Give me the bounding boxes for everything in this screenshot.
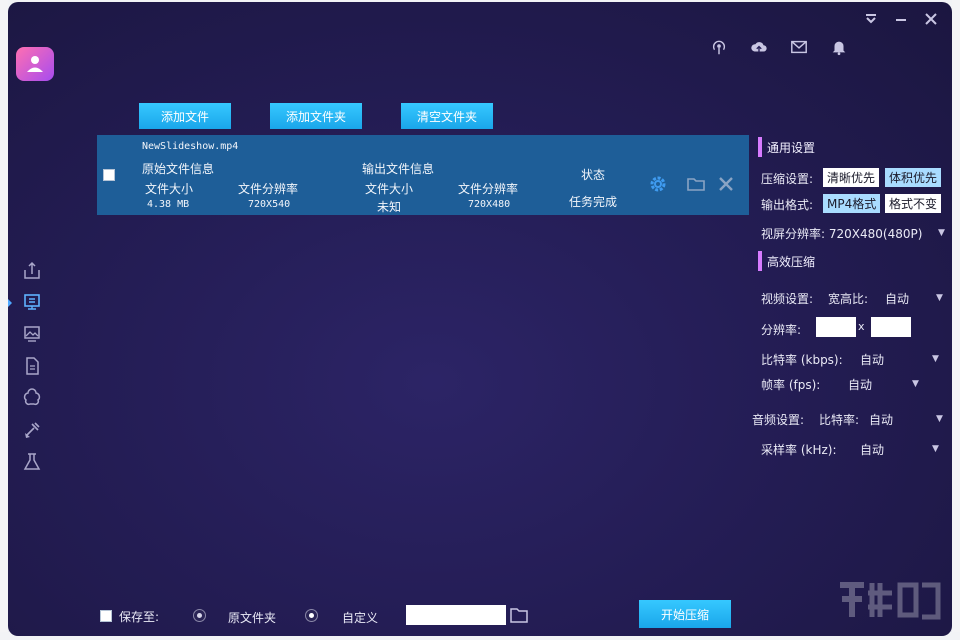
section-marker: [758, 251, 762, 271]
broadcast-icon[interactable]: [710, 38, 728, 56]
upload-tray-icon[interactable]: [22, 260, 42, 280]
mail-icon[interactable]: [790, 38, 808, 56]
chevron-down-icon[interactable]: ▼: [932, 444, 939, 454]
desktop-background-right: [952, 0, 960, 640]
file-name: NewSlideshow.mp4: [142, 141, 238, 152]
save-path-input[interactable]: [406, 605, 506, 625]
menu-icon[interactable]: [862, 12, 880, 30]
keep-format-option[interactable]: 格式不变: [885, 194, 941, 213]
efficient-compress-label: 高效压缩: [767, 253, 815, 270]
tools-icon[interactable]: [22, 420, 42, 440]
aspect-ratio-label: 宽高比:: [828, 290, 868, 307]
chevron-down-icon[interactable]: ▼: [936, 414, 943, 424]
video-settings-label: 视频设置:: [761, 290, 813, 307]
sample-rate-select[interactable]: 自动: [860, 441, 884, 458]
image-compress-icon[interactable]: [22, 324, 42, 344]
screen-resolution-select[interactable]: 视屏分辨率: 720X480(480P): [761, 225, 922, 242]
brain-icon[interactable]: [22, 388, 42, 408]
folder-icon[interactable]: [686, 174, 706, 194]
delete-icon[interactable]: [716, 174, 736, 194]
orig-folder-radio[interactable]: [193, 609, 206, 622]
custom-label: 自定义: [342, 609, 378, 626]
chevron-down-icon[interactable]: ▼: [932, 354, 939, 364]
add-file-button[interactable]: 添加文件: [139, 103, 231, 129]
clarity-priority-option[interactable]: 清晰优先: [823, 168, 879, 187]
watermark-logo: [834, 575, 944, 625]
start-compress-button[interactable]: 开始压缩: [639, 600, 731, 628]
bitrate-label: 比特率 (kbps):: [761, 351, 843, 368]
aspect-ratio-select[interactable]: 自动: [885, 290, 909, 307]
folder-icon[interactable]: [509, 606, 529, 624]
chevron-down-icon[interactable]: ▼: [938, 228, 945, 238]
orig-size-header: 文件大小: [145, 180, 193, 197]
audio-bitrate-select[interactable]: 自动: [869, 411, 893, 428]
status-value: 任务完成: [569, 193, 617, 210]
active-nav-marker: [8, 299, 12, 307]
general-settings-title: 通用设置: [758, 137, 815, 157]
desktop-background-left: [0, 0, 8, 640]
section-marker: [758, 137, 762, 157]
fps-label: 帧率 (fps):: [761, 376, 820, 393]
out-resolution-header: 文件分辨率: [458, 180, 518, 197]
orig-folder-label: 原文件夹: [228, 609, 276, 626]
out-size-value: 未知: [377, 198, 401, 215]
audio-bitrate-label: 比特率:: [819, 411, 859, 428]
orig-size-value: 4.38 MB: [147, 199, 189, 210]
custom-radio[interactable]: [305, 609, 318, 622]
out-resolution-value: 720X480: [468, 199, 510, 210]
output-info-label: 输出文件信息: [362, 160, 434, 177]
save-to-checkbox[interactable]: [100, 610, 112, 622]
general-settings-label: 通用设置: [767, 139, 815, 156]
fps-select[interactable]: 自动: [848, 376, 872, 393]
bitrate-select[interactable]: 自动: [860, 351, 884, 368]
video-compress-icon[interactable]: [22, 292, 42, 312]
compress-setting-label: 压缩设置:: [761, 170, 813, 187]
cloud-upload-icon[interactable]: [750, 38, 768, 56]
user-icon: [24, 53, 46, 75]
side-nav: [22, 260, 42, 472]
save-to-label: 保存至:: [119, 608, 159, 625]
orig-resolution-value: 720X540: [248, 199, 290, 210]
app-logo: [16, 47, 54, 81]
size-priority-option[interactable]: 体积优先: [885, 168, 941, 187]
status-header: 状态: [581, 166, 605, 183]
window-controls: [862, 12, 940, 30]
top-icon-bar: [710, 38, 848, 56]
file-row-checkbox[interactable]: [103, 169, 115, 181]
close-icon[interactable]: [922, 12, 940, 30]
resolution-separator: x: [858, 320, 865, 333]
output-format-label: 输出格式:: [761, 196, 813, 213]
toolbar: 添加文件 添加文件夹 清空文件夹: [139, 103, 493, 129]
out-size-header: 文件大小: [365, 180, 413, 197]
file-row[interactable]: NewSlideshow.mp4 原始文件信息 文件大小 文件分辨率 4.38 …: [97, 135, 749, 215]
document-compress-icon[interactable]: [22, 356, 42, 376]
resolution-height-input[interactable]: [871, 317, 911, 337]
bell-icon[interactable]: [830, 38, 848, 56]
clear-files-button[interactable]: 清空文件夹: [401, 103, 493, 129]
app-window: 添加文件 添加文件夹 清空文件夹 NewSlideshow.mp4 原始文件信息…: [8, 2, 952, 636]
chevron-down-icon[interactable]: ▼: [936, 293, 943, 303]
original-info-label: 原始文件信息: [142, 160, 214, 177]
sample-rate-label: 采样率 (kHz):: [761, 441, 837, 458]
orig-resolution-header: 文件分辨率: [238, 180, 298, 197]
audio-settings-label: 音频设置:: [752, 411, 804, 428]
add-folder-button[interactable]: 添加文件夹: [270, 103, 362, 129]
efficient-compress-title: 高效压缩: [758, 251, 815, 271]
minimize-icon[interactable]: [892, 12, 910, 30]
gear-icon[interactable]: [648, 174, 668, 194]
chevron-down-icon[interactable]: ▼: [912, 379, 919, 389]
flask-icon[interactable]: [22, 452, 42, 472]
resolution-width-input[interactable]: [816, 317, 856, 337]
resolution-label: 分辨率:: [761, 321, 801, 338]
mp4-format-option[interactable]: MP4格式: [823, 194, 880, 213]
bottom-bar: 保存至: 原文件夹 自定义 开始压缩: [8, 600, 952, 630]
